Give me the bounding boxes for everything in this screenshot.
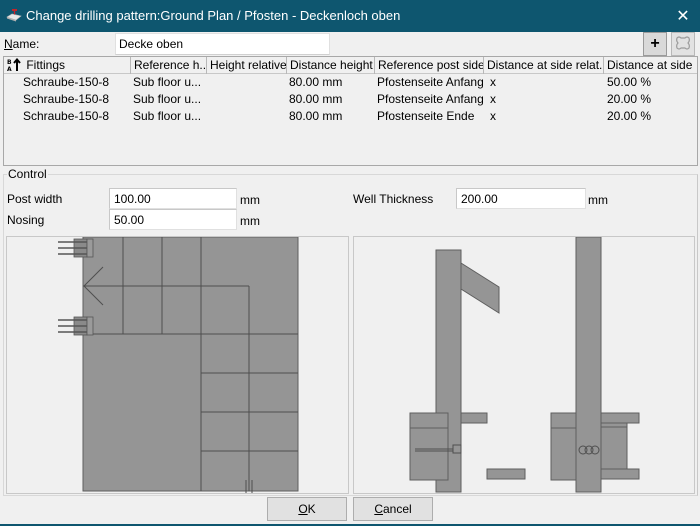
cell-distance-side: 20.00 % (607, 92, 652, 106)
right-tread-top (600, 412, 640, 424)
nosing-input[interactable] (109, 209, 237, 230)
right-well-block-left (550, 412, 577, 481)
column-header-height-relative[interactable]: Height relative (207, 57, 287, 74)
well-thickness-label: Well Thickness (353, 192, 434, 206)
cell-distance-height: 80.00 mm (289, 109, 343, 123)
column-header-distance-side[interactable]: Distance at side (604, 57, 697, 74)
table-row[interactable]: Schraube-150-8 Sub floor u... 80.00 mm P… (4, 91, 697, 108)
close-button[interactable]: ✕ (666, 0, 700, 32)
delete-fitting-button[interactable] (671, 32, 695, 56)
cell-distance-side-relative: x (490, 75, 496, 89)
table-header: B A Fittings Reference h... Height relat… (4, 57, 697, 74)
cell-reference-post-side: Pfostenseite Anfang (377, 92, 484, 106)
column-header-distance-height[interactable]: Distance height (287, 57, 375, 74)
well-thickness-input[interactable] (456, 188, 586, 209)
cell-distance-side: 20.00 % (607, 109, 652, 123)
cancel-button[interactable]: Cancel (353, 497, 433, 521)
column-header-fittings[interactable]: B A Fittings (4, 57, 131, 74)
name-input[interactable] (115, 33, 330, 55)
nosing-unit: mm (240, 214, 260, 228)
post-width-label: Post width (7, 192, 63, 206)
cell-reference-height: Sub floor u... (133, 109, 202, 123)
name-label-accel: N (4, 37, 13, 51)
control-legend: Control (7, 167, 48, 181)
column-header-distance-side-relative[interactable]: Distance at side relat... (484, 57, 604, 74)
cell-reference-post-side: Pfostenseite Anfang (377, 75, 484, 89)
cell-reference-post-side: Pfostenseite Ende (377, 109, 475, 123)
cell-reference-height: Sub floor u... (133, 75, 202, 89)
cell-distance-height: 80.00 mm (289, 92, 343, 106)
sort-az-ascending-icon: B A (7, 57, 23, 74)
left-tread-stub (460, 412, 488, 424)
plus-icon: + (650, 35, 660, 52)
cell-distance-side-relative: x (490, 92, 496, 106)
add-fitting-button[interactable]: + (643, 32, 667, 56)
ok-accel: O (298, 502, 308, 516)
upper-tread (460, 262, 500, 314)
table-row[interactable]: Schraube-150-8 Sub floor u... 80.00 mm P… (4, 74, 697, 91)
left-well-block (409, 412, 449, 481)
close-icon: ✕ (676, 8, 690, 25)
right-tread-bottom (600, 468, 640, 480)
ok-button[interactable]: OK (267, 497, 347, 521)
cell-fitting: Schraube-150-8 (23, 92, 110, 106)
name-label: Name: (4, 37, 39, 51)
table-row[interactable]: Schraube-150-8 Sub floor u... 80.00 mm P… (4, 108, 697, 125)
delete-fitting-icon (674, 34, 692, 55)
post-width-input[interactable] (109, 188, 237, 209)
floor-segment (486, 468, 526, 480)
nosing-label: Nosing (7, 213, 45, 227)
well-thickness-unit: mm (588, 193, 608, 207)
screw-fitting-icon (58, 238, 94, 258)
svg-text:B: B (7, 59, 12, 66)
cell-distance-side: 50.00 % (607, 75, 652, 89)
stair-section-preview (353, 236, 695, 494)
post-width-unit: mm (240, 193, 260, 207)
plan-stair-body (82, 237, 299, 492)
cell-reference-height: Sub floor u... (133, 92, 202, 106)
title-bar: Change drilling pattern:Ground Plan / Pf… (0, 0, 700, 32)
column-header-reference-post-side[interactable]: Reference post side (375, 57, 484, 74)
stair-plan-preview (6, 236, 349, 494)
name-label-text: ame: (12, 37, 40, 51)
cancel-label: ancel (382, 502, 412, 516)
cell-fitting: Schraube-150-8 (23, 75, 110, 89)
cell-fitting: Schraube-150-8 (23, 109, 110, 123)
column-header-reference-height[interactable]: Reference h... (131, 57, 207, 74)
cell-distance-side-relative: x (490, 109, 496, 123)
drilling-machine-icon (6, 8, 22, 22)
fittings-table[interactable]: B A Fittings Reference h... Height relat… (3, 56, 698, 166)
column-label: Fittings (26, 58, 66, 72)
cell-distance-height: 80.00 mm (289, 75, 343, 89)
screw-fitting-icon (58, 316, 94, 336)
window-title: Change drilling pattern:Ground Plan / Pf… (26, 8, 401, 23)
svg-text:A: A (7, 66, 12, 72)
right-well-block-right (600, 422, 628, 470)
ok-label: K (307, 502, 316, 516)
cancel-accel: C (374, 502, 383, 516)
